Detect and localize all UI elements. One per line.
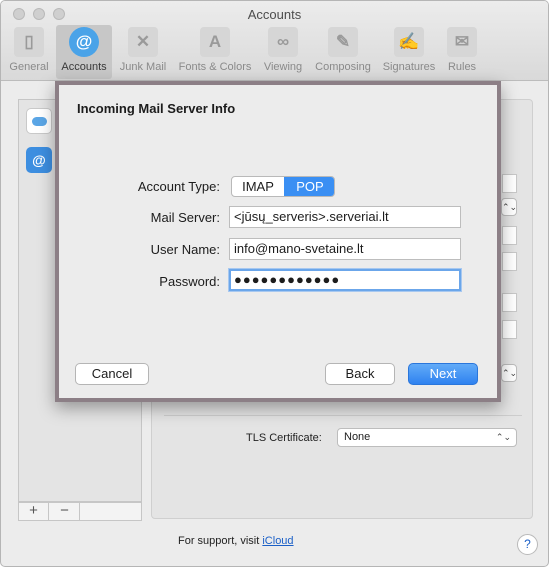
toolbar-tab-label: Accounts [61,61,107,73]
add-account-button[interactable]: + [19,503,49,520]
detail-field[interactable] [502,174,517,193]
toolbar-tab-fonts-colors[interactable]: A Fonts & Colors [173,25,257,79]
back-button[interactable]: Back [325,363,395,385]
toolbar-tab-junk-mail[interactable]: ✕ Junk Mail [115,25,171,79]
toolbar-tab-composing[interactable]: ✎ Composing [310,25,376,79]
support-note: For support, visit iCloud [178,535,294,547]
detail-field[interactable] [502,226,517,245]
toolbar-tab-label: Composing [315,61,371,73]
detail-field[interactable] [502,293,517,312]
toolbar-tab-label: General [9,61,49,73]
toolbar-tab-label: Junk Mail [119,61,167,73]
mail-server-label: Mail Server: [150,210,220,225]
mail-server-input[interactable]: <jūsų_serveris>.serveriai.lt [229,206,461,228]
chevron-up-down-icon: ⌃⌄ [495,432,511,442]
toolbar-tab-general[interactable]: ▯ General [5,25,53,79]
cancel-button[interactable]: Cancel [75,363,149,385]
detail-field[interactable] [502,320,517,339]
toolbar-tab-signatures[interactable]: ✍ Signatures [378,25,440,79]
general-icon: ▯ [14,27,44,57]
account-type-segmented-control[interactable]: IMAP POP [231,176,335,197]
user-name-input[interactable]: info@mano-svetaine.lt [229,238,461,260]
password-input[interactable]: ●●●●●●●●●●●● [229,269,461,291]
toolbar-tab-viewing[interactable]: ∞ Viewing [259,25,307,79]
dialog-title: Incoming Mail Server Info [77,101,236,116]
support-text: For support, visit [178,535,263,547]
next-button[interactable]: Next [408,363,478,385]
signature-icon: ✍ [394,27,424,57]
remove-account-button[interactable]: − [50,503,80,520]
detail-field[interactable] [502,252,517,271]
tls-certificate-value: None [344,431,371,443]
rules-icon: ✉ [447,27,477,57]
help-button[interactable]: ? [517,534,538,555]
detail-select[interactable]: ⌃⌄ [501,364,517,382]
at-sign-icon: @ [69,27,99,57]
account-type-pop[interactable]: POP [284,177,334,196]
toolbar-tab-label: Signatures [382,61,436,73]
toolbar-tab-accounts[interactable]: @ Accounts [56,25,112,79]
pencil-icon: ✎ [328,27,358,57]
password-label: Password: [159,274,220,289]
mail-preferences-window: Accounts ▯ General @ Accounts ✕ Junk Mai… [0,0,549,567]
toolbar-tab-label: Rules [447,61,477,73]
detail-select[interactable]: ⌃⌄ [501,198,517,216]
junk-mail-icon: ✕ [128,27,158,57]
icloud-support-link[interactable]: iCloud [262,535,293,547]
account-type-label: Account Type: [137,179,220,194]
icloud-icon[interactable] [26,108,52,134]
toolbar-tab-label: Viewing [263,61,303,73]
account-type-imap[interactable]: IMAP [232,177,284,196]
glasses-icon: ∞ [268,27,298,57]
toolbar-tab-label: Fonts & Colors [178,61,252,73]
user-name-label: User Name: [150,242,220,257]
accounts-list-toolbar: + − [18,502,142,521]
incoming-mail-server-dialog: Incoming Mail Server Info Account Type: … [55,81,501,402]
window-title: Accounts [247,7,302,22]
fonts-colors-icon: A [200,27,230,57]
toolbar-tab-rules[interactable]: ✉ Rules [442,25,482,79]
tls-certificate-label: TLS Certificate: [246,432,322,444]
title-bar: Accounts ▯ General @ Accounts ✕ Junk Mai… [1,1,548,81]
tls-certificate-select[interactable]: None ⌃⌄ [337,428,517,447]
mail-at-icon[interactable]: @ [26,147,52,173]
section-divider [164,415,522,416]
